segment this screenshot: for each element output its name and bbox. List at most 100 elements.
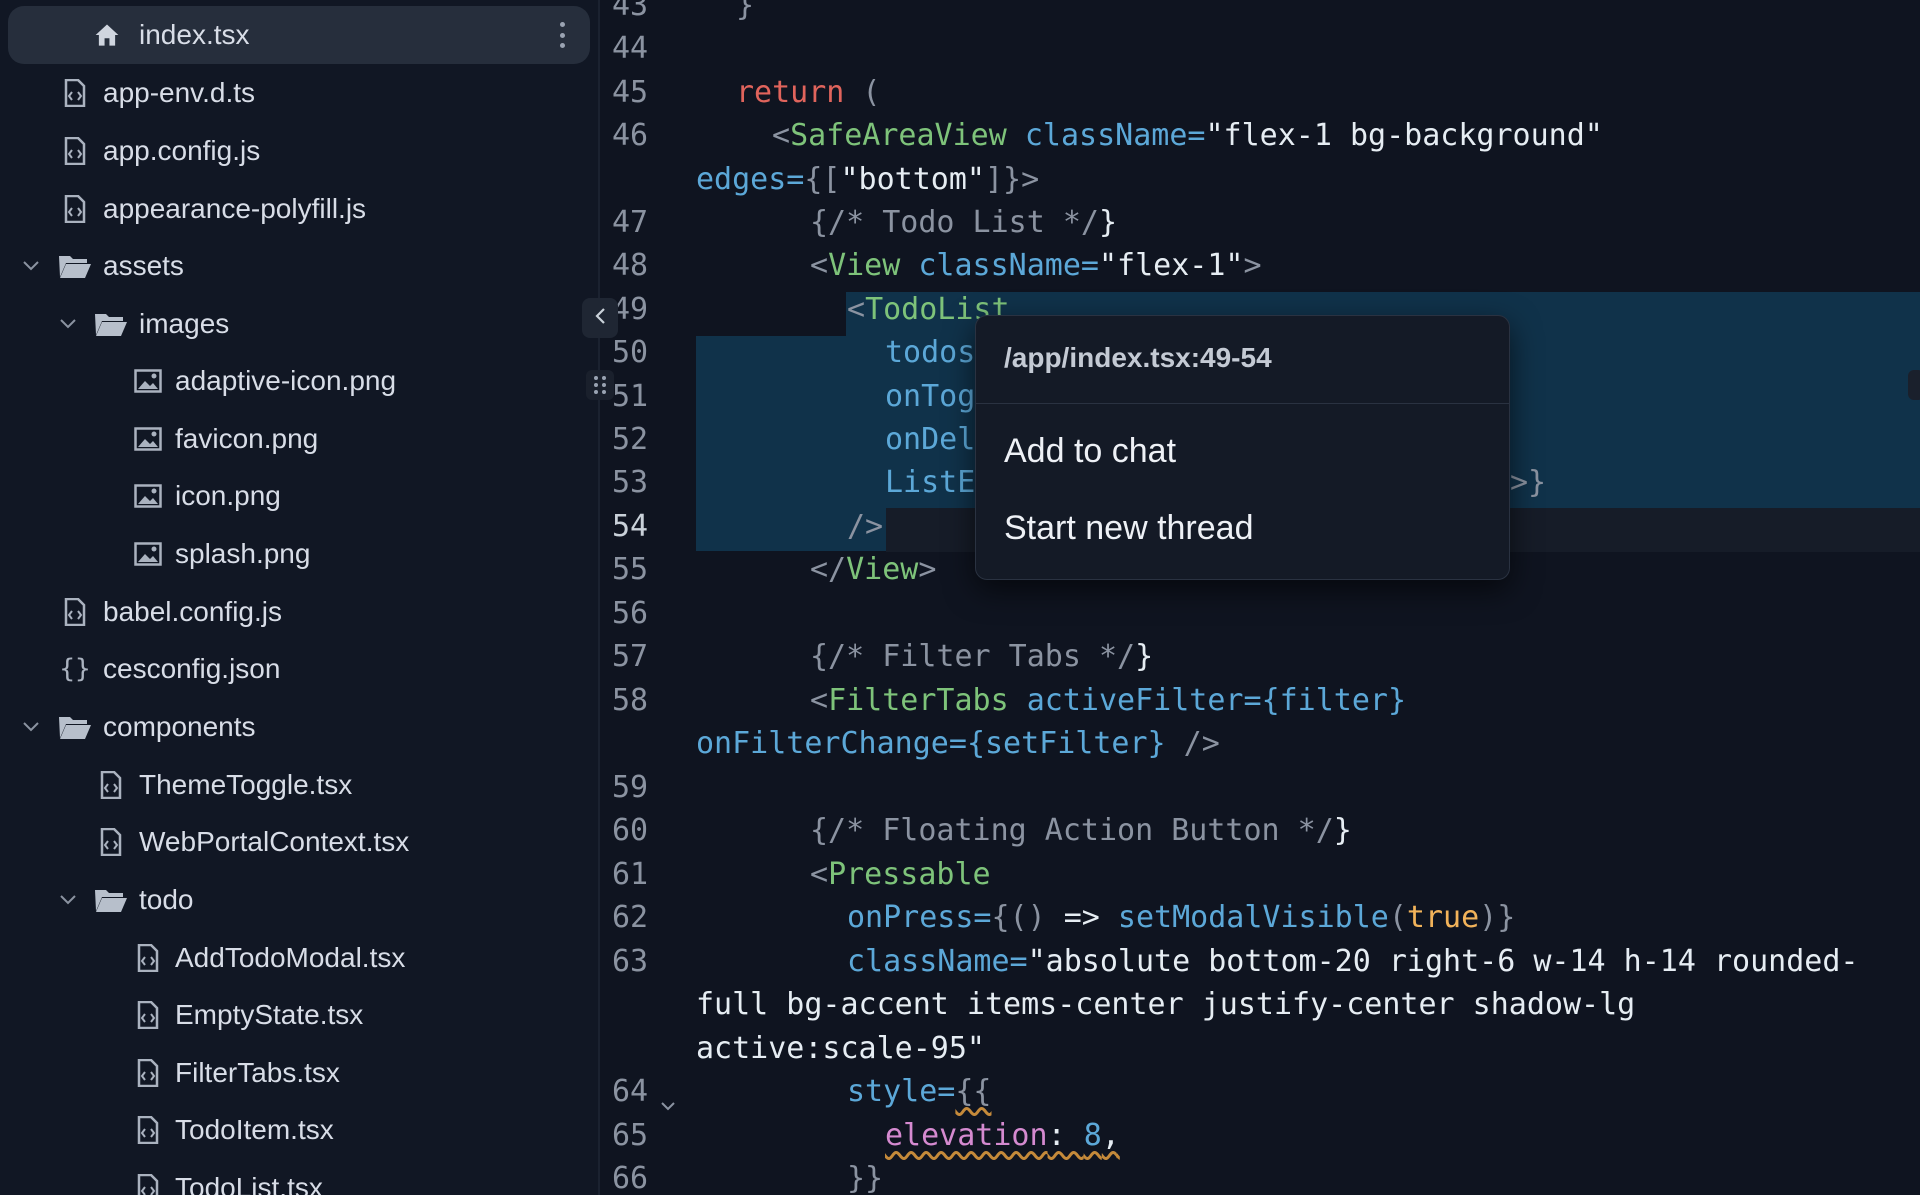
tree-item-label: app.config.js [103, 135, 261, 166]
file-code-icon [135, 1115, 161, 1145]
tree-item-app-env[interactable]: app-env.d.ts [0, 64, 598, 122]
tree-item-todo-list[interactable]: TodoList.tsx [0, 1159, 598, 1195]
line-number: 52 [612, 422, 649, 457]
code-line: onTog [885, 379, 976, 414]
file-code-icon [135, 1058, 161, 1088]
line-number: 50 [612, 335, 649, 370]
chevron-down-icon[interactable] [58, 314, 78, 334]
tree-item-todo-item[interactable]: TodoItem.tsx [0, 1101, 598, 1159]
tree-item-babel-config[interactable]: babel.config.js [0, 583, 598, 641]
code-line: ListE [885, 465, 976, 500]
code-line: elevation: 8, [885, 1118, 1120, 1153]
folder-open-icon [94, 885, 128, 915]
tree-item-theme-toggle[interactable]: ThemeToggle.tsx [0, 756, 598, 814]
code-line: todos [885, 335, 976, 370]
collapse-sidebar-button[interactable] [582, 298, 618, 338]
line-number: 45 [612, 75, 649, 110]
file-code-icon [62, 136, 88, 166]
code-line: onDel [885, 422, 976, 457]
code-line: className="absolute bottom-20 right-6 w-… [847, 944, 1859, 979]
tree-item-app-config[interactable]: app.config.js [0, 122, 598, 180]
chevron-down-icon[interactable] [58, 890, 78, 910]
drag-handle-icon[interactable] [586, 370, 614, 400]
context-menu-title: /app/index.tsx:49-54 [1004, 342, 1272, 373]
code-line: <SafeAreaView className="flex-1 bg-backg… [772, 118, 1603, 153]
tree-item-empty-state[interactable]: EmptyState.tsx [0, 986, 598, 1044]
tree-item-label: app-env.d.ts [103, 77, 256, 108]
right-panel-drag-handle[interactable] [1908, 370, 1920, 400]
tree-item-splash[interactable]: splash.png [0, 525, 598, 583]
fold-chevron-icon[interactable] [660, 1086, 676, 1121]
code-line: <Pressable [810, 857, 991, 892]
line-number: 47 [612, 205, 649, 240]
code-line: return ( [736, 75, 881, 110]
line-number: 57 [612, 639, 649, 674]
code-line: {/* Filter Tabs */} [810, 639, 1154, 674]
code-editor[interactable]: 43 44 45 46 47 48 49 50 51 52 53 54 55 5… [600, 0, 1920, 1195]
chevron-down-icon[interactable] [21, 256, 41, 276]
tree-folder-todo[interactable]: todo [0, 871, 598, 929]
file-code-icon [135, 943, 161, 973]
folder-open-icon [58, 712, 92, 742]
tree-item-label: EmptyState.tsx [175, 999, 364, 1030]
tree-folder-components[interactable]: components [0, 698, 598, 756]
tree-item-label: TodoItem.tsx [175, 1114, 334, 1145]
code-line: >} [1510, 465, 1547, 500]
tree-folder-images[interactable]: images [0, 295, 598, 353]
chevron-down-icon[interactable] [21, 717, 41, 737]
code-line: {/* Floating Action Button */} [810, 813, 1352, 848]
line-number: 58 [612, 683, 649, 718]
code-line: </View> [810, 552, 937, 587]
tree-item-label: splash.png [175, 538, 311, 569]
menu-divider [976, 403, 1509, 404]
tree-item-appearance-polyfill[interactable]: appearance-polyfill.js [0, 180, 598, 238]
image-icon [133, 481, 163, 511]
line-number: 62 [612, 900, 649, 935]
tree-item-web-portal-context[interactable]: WebPortalContext.tsx [0, 813, 598, 871]
line-number: 46 [612, 118, 649, 153]
line-number: 59 [612, 770, 649, 805]
json-braces-icon: {} [59, 654, 91, 684]
tree-item-label: todo [139, 884, 194, 915]
code-line: onPress={() => setModalVisible(true)} [847, 900, 1516, 935]
tree-item-label: index.tsx [139, 19, 250, 50]
code-line: style={{ [847, 1074, 992, 1109]
tree-item-adaptive-icon[interactable]: adaptive-icon.png [0, 352, 598, 410]
code-line: <FilterTabs activeFilter={filter} [810, 683, 1407, 718]
line-number: 61 [612, 857, 649, 892]
file-code-icon [98, 827, 124, 857]
tree-item-filter-tabs[interactable]: FilterTabs.tsx [0, 1044, 598, 1102]
line-number: 43 [612, 0, 649, 23]
tree-item-label: adaptive-icon.png [175, 365, 397, 396]
file-code-icon [98, 770, 124, 800]
more-options-icon[interactable] [558, 22, 566, 48]
line-number: 53 [612, 465, 649, 500]
line-number: 49 [612, 292, 649, 327]
line-number: 66 [612, 1161, 649, 1195]
tree-item-label: favicon.png [175, 423, 319, 454]
tree-item-label: FilterTabs.tsx [175, 1057, 340, 1088]
tree-item-favicon[interactable]: favicon.png [0, 410, 598, 468]
tree-item-label: assets [103, 250, 184, 281]
add-to-chat-menu-item[interactable]: Add to chat [1004, 432, 1176, 471]
file-code-icon [62, 194, 88, 224]
tree-item-cesconfig[interactable]: {} cesconfig.json [0, 640, 598, 698]
tree-item-label: ThemeToggle.tsx [139, 769, 353, 800]
file-code-icon [135, 1000, 161, 1030]
tree-item-add-todo-modal[interactable]: AddTodoModal.tsx [0, 929, 598, 987]
tree-item-label: TodoList.tsx [175, 1172, 323, 1195]
tree-item-index-tsx[interactable]: index.tsx [8, 6, 590, 64]
file-explorer-sidebar: index.tsx app-env.d.ts app.config.js app… [0, 0, 598, 1195]
tree-item-icon-png[interactable]: icon.png [0, 467, 598, 525]
tree-item-label: babel.config.js [103, 596, 283, 627]
image-icon [133, 424, 163, 454]
tree-item-label: icon.png [175, 480, 281, 511]
code-line: onFilterChange={setFilter} /> [696, 726, 1220, 761]
tree-folder-assets[interactable]: assets [0, 237, 598, 295]
start-new-thread-menu-item[interactable]: Start new thread [1004, 509, 1253, 548]
folder-open-icon [58, 251, 92, 281]
file-code-icon [135, 1173, 161, 1195]
line-number: 54 [612, 509, 649, 544]
line-number: 65 [612, 1118, 649, 1153]
chevron-left-icon [594, 307, 606, 330]
